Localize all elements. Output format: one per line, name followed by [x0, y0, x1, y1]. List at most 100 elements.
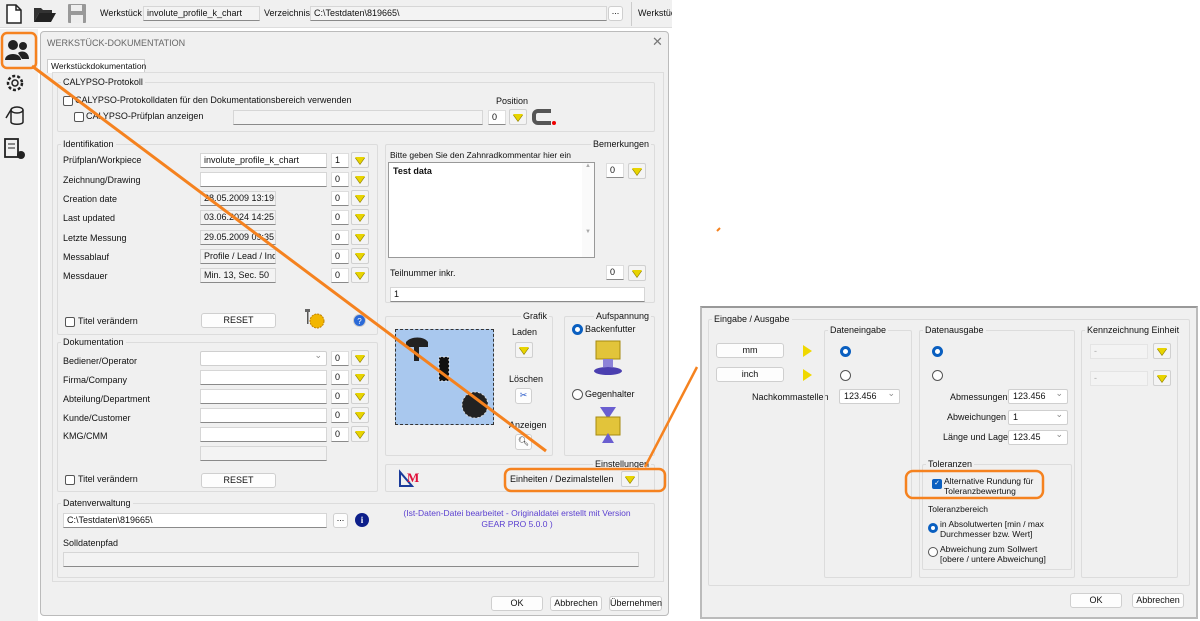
teilnummer-dropdown[interactable] [628, 265, 646, 281]
row-label: Kunde/Customer [63, 413, 131, 423]
svg-text:M: M [407, 470, 419, 485]
operator-select[interactable] [200, 350, 327, 366]
eingabe-inch-radio[interactable] [840, 370, 851, 381]
row-dropdown[interactable] [351, 369, 369, 385]
units-cancel-button[interactable]: Abbrechen [1132, 593, 1184, 608]
mm-button[interactable]: mm [716, 343, 784, 358]
row-position[interactable]: 0 [331, 389, 349, 404]
calypso-data-checkbox[interactable] [63, 96, 73, 106]
verzeichnis-input[interactable]: C:\Testdaten\819665\ [310, 6, 607, 21]
users-icon[interactable] [4, 38, 30, 62]
calypso-plan-label: CALYPSO-Prüfplan anzeigen [86, 111, 204, 121]
row-dropdown[interactable] [351, 407, 369, 423]
eingabe-nachkomma-select[interactable]: 123.456 [839, 388, 900, 404]
abweichung-radio[interactable] [928, 547, 938, 557]
row-label: Firma/Company [63, 375, 128, 385]
doku-titel-checkbox[interactable] [65, 475, 75, 485]
drawing-input[interactable] [200, 172, 327, 187]
einstellungen-dropdown[interactable] [621, 471, 639, 487]
units-ok-button[interactable]: OK [1070, 593, 1122, 608]
tab-werkstueckdokumentation[interactable]: Werkstückdokumentation [47, 59, 146, 73]
kennz-mm-dropdown[interactable] [1153, 343, 1171, 359]
ident-titel-checkbox[interactable] [65, 317, 75, 327]
doku-reset-button[interactable]: RESET [201, 473, 276, 488]
row-dropdown[interactable] [351, 190, 369, 206]
dateneingabe-group: Dateneingabe [824, 325, 912, 578]
group-title: Grafik [520, 311, 549, 322]
row-label: Prüfplan/Workpiece [63, 155, 142, 165]
magnifier-button[interactable]: 🔍︎ [515, 434, 532, 450]
close-icon[interactable]: ✕ [652, 35, 663, 48]
row-position[interactable]: 0 [331, 268, 349, 283]
comment-textarea[interactable]: Test data [388, 162, 595, 258]
comment-scrollbar[interactable]: ▲ ▼ [582, 163, 594, 257]
position-dropdown[interactable] [509, 109, 527, 125]
open-folder-icon[interactable] [33, 5, 57, 23]
teilnummer-position[interactable]: 0 [606, 265, 624, 280]
row-dropdown[interactable] [351, 388, 369, 404]
ok-button[interactable]: OK [491, 596, 543, 611]
row-position[interactable]: 0 [331, 408, 349, 423]
einstellungen-label: Einheiten / Dezimalstellen [510, 474, 614, 484]
row-label: KMG/CMM [63, 431, 108, 441]
ausgabe-mm-radio[interactable] [932, 346, 943, 357]
eingabe-mm-radio[interactable] [840, 346, 851, 357]
customer-input[interactable] [200, 408, 327, 423]
cmm-input[interactable] [200, 427, 327, 442]
row-dropdown[interactable] [351, 229, 369, 245]
laenge-select[interactable]: 123.45 [1008, 429, 1068, 445]
inch-button[interactable]: inch [716, 367, 784, 382]
last-updated-field: 03.06.2024 14:25:29 [200, 210, 276, 225]
backenfutter-radio[interactable] [572, 324, 583, 335]
row-position[interactable]: 0 [331, 351, 349, 366]
abweichungen-select[interactable]: 1 [1008, 409, 1068, 425]
absolut-radio[interactable] [928, 523, 938, 533]
position-input[interactable]: 0 [488, 110, 506, 125]
info-icon[interactable]: i [355, 513, 369, 527]
browse-button[interactable]: ... [608, 6, 623, 21]
row-position[interactable]: 0 [331, 230, 349, 245]
data-path-input[interactable]: C:\Testdaten\819665\ [63, 513, 327, 528]
cancel-button[interactable]: Abbrechen [550, 596, 602, 611]
row-dropdown[interactable] [351, 350, 369, 366]
row-dropdown[interactable] [351, 209, 369, 225]
row-position[interactable]: 0 [331, 370, 349, 385]
department-input[interactable] [200, 389, 327, 404]
gear-icon[interactable] [4, 72, 26, 94]
probe-gear-icon[interactable] [302, 308, 326, 330]
ausgabe-inch-radio[interactable] [932, 370, 943, 381]
report-settings-icon[interactable] [3, 137, 27, 161]
alt-rundung-checkbox[interactable]: ✓ [932, 479, 942, 489]
row-position[interactable]: 0 [331, 210, 349, 225]
chuck-gear-icon [594, 340, 622, 375]
laden-button[interactable] [515, 342, 533, 358]
row-position[interactable]: 1 [331, 153, 349, 168]
gegenhalter-radio[interactable] [572, 389, 583, 400]
row-position[interactable]: 0 [331, 249, 349, 264]
data-path-browse-button[interactable]: ... [333, 513, 348, 528]
abmessungen-select[interactable]: 123.456 [1008, 388, 1068, 404]
row-position[interactable]: 0 [331, 191, 349, 206]
row-dropdown[interactable] [351, 267, 369, 283]
row-dropdown[interactable] [351, 171, 369, 187]
comment-dropdown[interactable] [628, 163, 646, 179]
row-dropdown[interactable] [351, 152, 369, 168]
company-input[interactable] [200, 370, 327, 385]
workpiece-input[interactable]: involute_profile_k_chart [200, 153, 327, 168]
row-position[interactable]: 0 [331, 427, 349, 442]
werkstueck-input[interactable]: involute_profile_k_chart [143, 6, 260, 21]
calypso-plan-checkbox[interactable] [74, 112, 84, 122]
loeschen-button[interactable]: ✂ [515, 388, 532, 404]
save-icon[interactable] [67, 3, 87, 24]
row-position[interactable]: 0 [331, 172, 349, 187]
comment-position[interactable]: 0 [606, 163, 624, 178]
ident-reset-button[interactable]: RESET [201, 313, 276, 328]
new-file-icon[interactable] [6, 4, 22, 24]
database-icon[interactable] [4, 104, 26, 126]
kennz-inch-dropdown[interactable] [1153, 370, 1171, 386]
help-icon[interactable]: ? [353, 314, 366, 327]
teilnummer-input[interactable]: 1 [390, 287, 645, 302]
apply-button[interactable]: Übernehmen [609, 596, 662, 611]
row-dropdown[interactable] [351, 426, 369, 442]
row-dropdown[interactable] [351, 248, 369, 264]
